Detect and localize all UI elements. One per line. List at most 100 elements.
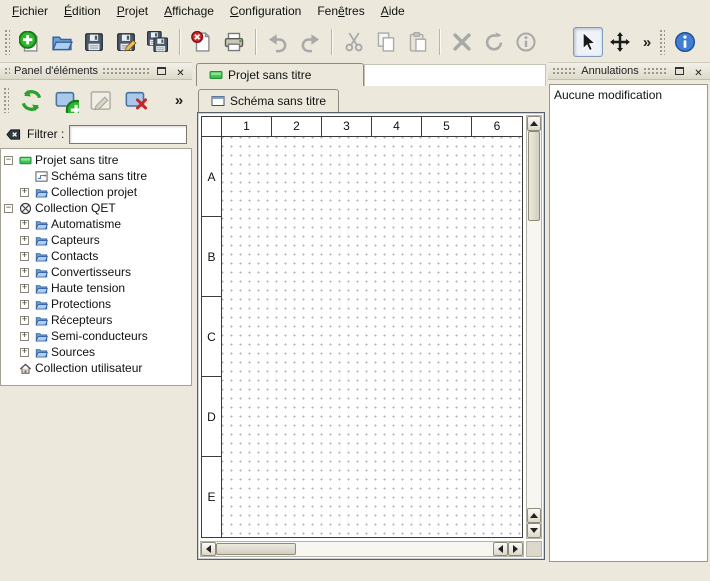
tree-item-sources[interactable]: Sources [1,344,191,360]
toolbar-overflow-button[interactable] [637,27,657,57]
cut-button[interactable] [339,27,369,57]
horizontal-scrollbar[interactable] [200,541,524,557]
dock-grip[interactable] [552,67,577,75]
select-arrow-icon [577,31,599,53]
move-tool-button[interactable] [605,27,635,57]
new-document-button[interactable] [15,27,45,57]
scroll-up-button[interactable] [527,116,541,131]
expand-icon[interactable] [20,188,29,197]
redo-button[interactable] [295,27,325,57]
tree-item-collection-utilisateur[interactable]: Collection utilisateur [1,360,191,376]
arrow-left-icon [206,545,211,553]
horizontal-scroll-track[interactable] [296,542,493,556]
dock-grip[interactable] [643,67,668,75]
new-element-button[interactable] [50,84,82,116]
tree-item-contacts[interactable]: Contacts [1,248,191,264]
row-header-d: D [202,377,221,457]
dock-float-button[interactable] [672,64,687,78]
expand-icon[interactable] [20,332,29,341]
expand-icon[interactable] [20,284,29,293]
elements-panel-titlebar[interactable]: Panel d'éléments [0,62,192,80]
paste-button[interactable] [403,27,433,57]
menu-item-edition[interactable]: Édition [56,1,109,21]
tree-item-recepteurs[interactable]: Récepteurs [1,312,191,328]
expand-icon[interactable] [20,252,29,261]
about-qet-button[interactable] [670,27,700,57]
menu-item-fichier[interactable]: Fichier [4,1,56,21]
undo-icon [267,31,289,53]
edit-element-button[interactable] [85,84,117,116]
expand-icon[interactable] [20,316,29,325]
menu-item-configuration[interactable]: Configuration [222,1,309,21]
menu-item-fenetres[interactable]: Fenêtres [309,1,372,21]
schema-canvas[interactable] [222,137,522,537]
save-all-button[interactable] [143,27,173,57]
undo-dock-titlebar[interactable]: Annulations [548,62,710,80]
home-icon [19,362,32,375]
tree-item-schema-sans-titre[interactable]: Schéma sans titre [1,168,191,184]
vertical-scroll-track[interactable] [527,221,541,508]
tab-schema-sans-titre[interactable]: Schéma sans titre [198,89,339,112]
arrow-down-icon [530,528,538,533]
toolbar-drag-handle[interactable] [659,29,665,55]
tab-projet-sans-titre[interactable]: Projet sans titre [196,63,364,86]
collapse-icon[interactable] [4,156,13,165]
tree-item-semi-conducteurs[interactable]: Semi-conducteurs [1,328,191,344]
expand-icon[interactable] [20,300,29,309]
scroll-right-button[interactable] [508,542,523,556]
select-tool-button[interactable] [573,27,603,57]
expand-icon[interactable] [20,268,29,277]
rotate-button[interactable] [479,27,509,57]
diagram-view: 1 2 3 4 5 6 A B C D E [197,112,545,560]
dock-grip[interactable] [4,67,10,75]
tree-item-projet-sans-titre[interactable]: Projet sans titre [1,152,191,168]
filter-input[interactable] [69,125,187,144]
save-button[interactable] [79,27,109,57]
expand-icon[interactable] [20,220,29,229]
vertical-scrollbar[interactable] [526,115,542,539]
scroll-left-button[interactable] [493,542,508,556]
dock-close-button[interactable] [173,64,188,78]
arrow-up-icon [530,121,538,126]
menu-item-aide[interactable]: Aide [373,1,413,21]
tree-item-haute-tension[interactable]: Haute tension [1,280,191,296]
scroll-up-button[interactable] [527,508,541,523]
open-button[interactable] [47,27,77,57]
reload-collections-button[interactable] [15,84,47,116]
tree-item-convertisseurs[interactable]: Convertisseurs [1,264,191,280]
horizontal-scroll-thumb[interactable] [216,543,296,555]
vertical-scroll-thumb[interactable] [528,131,540,221]
schema-tab-label: Schéma sans titre [230,94,326,108]
redo-icon [299,31,321,53]
save-as-button[interactable] [111,27,141,57]
toolbar-drag-handle[interactable] [3,87,9,113]
copy-button[interactable] [371,27,401,57]
dock-close-button[interactable] [691,64,706,78]
print-button[interactable] [219,27,249,57]
tree-item-protections[interactable]: Protections [1,296,191,312]
scroll-down-button[interactable] [527,523,541,538]
tree-item-capteurs[interactable]: Capteurs [1,232,191,248]
menu-item-projet[interactable]: Projet [109,1,156,21]
tree-item-collection-qet[interactable]: Collection QET [1,200,191,216]
element-info-button[interactable] [511,27,541,57]
tree-item-automatisme[interactable]: Automatisme [1,216,191,232]
collapse-icon[interactable] [4,204,13,213]
close-file-button[interactable] [187,27,217,57]
dock-grip[interactable] [102,67,150,75]
delete-element-button[interactable] [120,84,152,116]
menu-item-affichage[interactable]: Affichage [156,1,222,21]
delete-button[interactable] [447,27,477,57]
scroll-left-button[interactable] [201,542,216,556]
about-info-icon [674,31,696,53]
panel-overflow-button[interactable] [169,85,189,115]
undo-list[interactable]: Aucune modification [549,84,708,562]
toolbar-drag-handle[interactable] [4,29,10,55]
clear-filter-icon[interactable] [5,127,22,142]
expand-icon[interactable] [20,348,29,357]
filter-label: Filtrer : [27,127,64,141]
undo-button[interactable] [263,27,293,57]
tree-item-collection-projet[interactable]: Collection projet [1,184,191,200]
expand-icon[interactable] [20,236,29,245]
dock-float-button[interactable] [154,64,169,78]
